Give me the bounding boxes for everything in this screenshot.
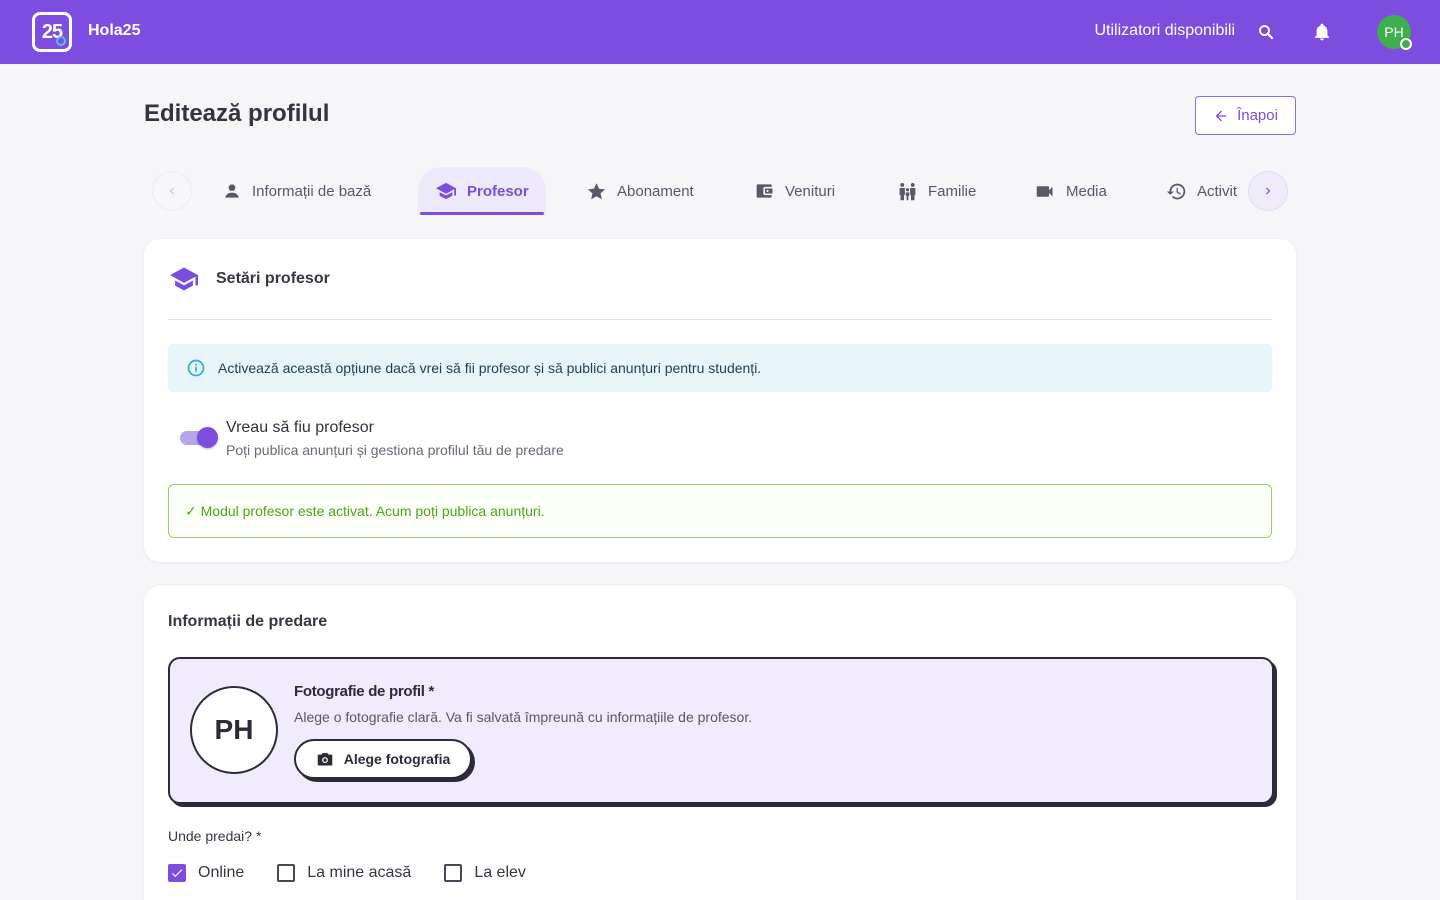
- tab-subscription[interactable]: Abonament: [586, 167, 694, 215]
- top-app-bar: 25 Hola25 Utilizatori disponibili PH: [0, 0, 1440, 64]
- checkbox[interactable]: [277, 864, 296, 882]
- success-text: ✓ Modul profesor este activat. Acum poți…: [185, 502, 545, 519]
- choose-photo-label: Alege fotografia: [343, 751, 451, 767]
- option-at-student[interactable]: La elev: [444, 864, 526, 882]
- wallet-icon: [756, 184, 773, 198]
- option-label: Online: [198, 864, 245, 881]
- tabs-scroll-left-button[interactable]: [152, 171, 192, 211]
- card-title: Setări profesor: [216, 270, 330, 287]
- tab-basic-info[interactable]: Informații de bază: [222, 167, 371, 215]
- checkbox-checked[interactable]: [168, 864, 186, 882]
- history-icon: [1166, 183, 1186, 199]
- toggle-knob: [197, 427, 218, 448]
- user-avatar[interactable]: PH: [1377, 15, 1412, 50]
- profile-photo-avatar: PH: [190, 686, 278, 774]
- profile-photo-section: PH Fotografie de profil * Alege o fotogr…: [168, 657, 1274, 804]
- option-label: La mine acasă: [307, 864, 412, 881]
- tab-label: Media: [1066, 182, 1107, 200]
- option-at-home[interactable]: La mine acasă: [277, 864, 411, 882]
- info-text: Activează această opțiune dacă vrei să f…: [218, 360, 762, 376]
- bell-icon[interactable]: [1310, 20, 1334, 44]
- tab-media[interactable]: Media: [1035, 167, 1107, 215]
- tab-label: Activit: [1197, 182, 1238, 200]
- back-button-label: Înapoi: [1237, 107, 1278, 124]
- tab-activity-clip: Activit: [1164, 167, 1244, 215]
- graduation-cap-icon: [168, 265, 200, 298]
- tab-activity[interactable]: Activit: [1166, 167, 1237, 215]
- toggle-label: Vreau să fiu profesor: [226, 419, 374, 436]
- photo-title: Fotografie de profil *: [294, 683, 435, 700]
- avatar-initials: PH: [214, 714, 254, 745]
- info-alert: Activează această opțiune dacă vrei să f…: [168, 344, 1272, 392]
- info-icon: [187, 359, 205, 377]
- tab-label: Venituri: [785, 182, 836, 200]
- choose-photo-button[interactable]: Alege fotografia: [294, 739, 472, 779]
- app-logo[interactable]: 25: [32, 12, 72, 52]
- teaching-location-options: Online La mine acasă La elev: [168, 864, 559, 882]
- profile-tabs: Informații de bază Profesor Abonament Ve…: [152, 166, 1288, 216]
- tab-family[interactable]: Familie: [897, 167, 976, 215]
- arrow-left-icon: [1215, 110, 1227, 121]
- page-title: Editează profilul: [144, 100, 330, 127]
- video-camera-icon: [1036, 185, 1053, 197]
- tab-label: Informații de bază: [252, 182, 372, 200]
- toggle-description: Poți publica anunțuri și gestiona profil…: [226, 442, 564, 458]
- online-status-dot: [1400, 38, 1412, 50]
- tab-label: Profesor: [467, 182, 529, 200]
- option-label: La elev: [474, 864, 526, 881]
- success-alert: ✓ Modul profesor este activat. Acum poți…: [168, 484, 1272, 538]
- camera-icon: [317, 753, 332, 766]
- avatar-initials: PH: [1384, 24, 1404, 40]
- teacher-settings-card: Setări profesor Activează această opțiun…: [144, 239, 1296, 562]
- check-icon: [171, 869, 183, 878]
- card-title: Informații de predare: [168, 613, 328, 630]
- teaching-location-label: Unde predai? *: [168, 828, 262, 844]
- star-icon: [587, 182, 606, 199]
- chevron-right-icon: [1266, 187, 1271, 195]
- checkbox[interactable]: [444, 864, 463, 882]
- brand-name[interactable]: Hola25: [88, 22, 140, 40]
- teacher-toggle[interactable]: [180, 426, 218, 448]
- tabs-scroll-right-button[interactable]: [1248, 171, 1288, 211]
- divider: [168, 319, 1272, 320]
- tab-income[interactable]: Venituri: [755, 167, 835, 215]
- back-button[interactable]: Înapoi: [1195, 96, 1296, 135]
- option-online[interactable]: Online: [168, 864, 244, 882]
- person-icon: [225, 184, 239, 198]
- tab-label: Familie: [928, 182, 977, 200]
- logo-dot: [56, 36, 66, 46]
- tab-label: Abonament: [617, 182, 694, 200]
- search-icon[interactable]: [1254, 20, 1278, 44]
- tab-teacher[interactable]: Profesor: [418, 167, 546, 215]
- graduation-cap-icon: [436, 182, 456, 200]
- online-users-link[interactable]: Utilizatori disponibili: [1095, 22, 1236, 40]
- family-icon: [899, 182, 916, 200]
- teaching-info-card: Informații de predare PH Fotografie de p…: [144, 586, 1296, 900]
- chevron-left-icon: [169, 187, 174, 195]
- photo-description: Alege o fotografie clară. Va fi salvată …: [294, 709, 753, 725]
